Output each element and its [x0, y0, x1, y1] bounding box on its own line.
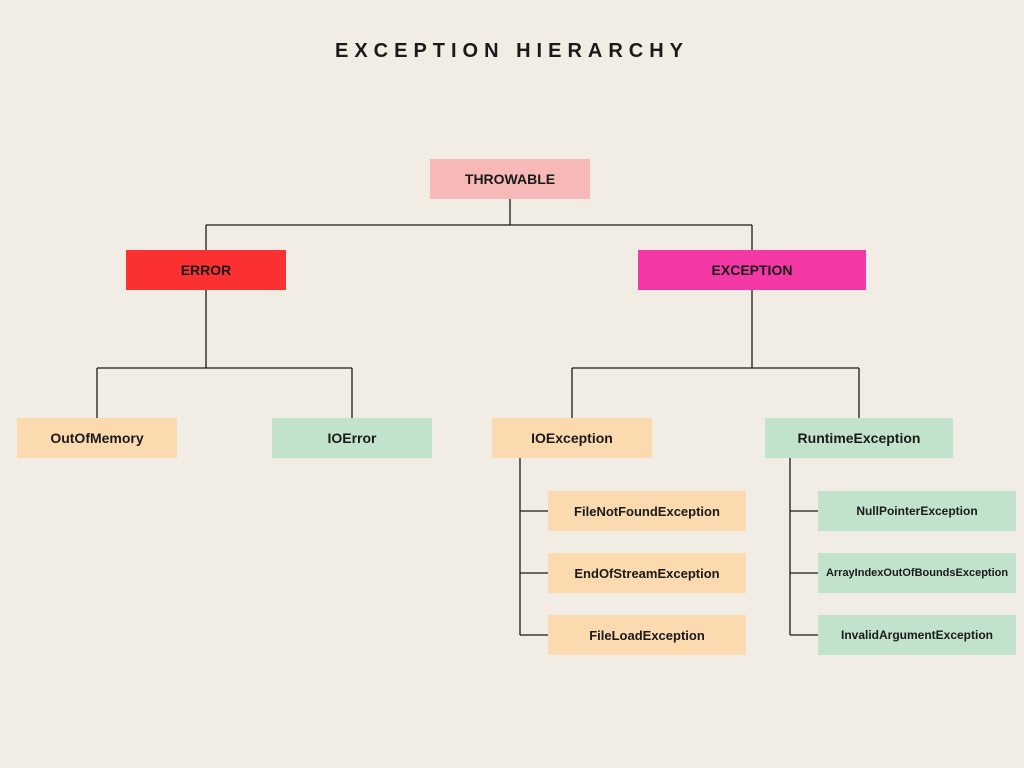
diagram-title: EXCEPTION HIERARCHY: [0, 40, 1024, 63]
node-error: ERROR: [126, 250, 286, 290]
node-filenotfoundexception: FileNotFoundException: [548, 491, 746, 531]
node-arrayindexoutofboundsexception: ArrayIndexOutOfBoundsException: [818, 553, 1016, 593]
node-invalidargumentexception: InvalidArgumentException: [818, 615, 1016, 655]
node-ioerror: IOError: [272, 418, 432, 458]
node-exception: EXCEPTION: [638, 250, 866, 290]
node-throwable: THROWABLE: [430, 159, 590, 199]
node-ioexception: IOException: [492, 418, 652, 458]
node-outofmemory: OutOfMemory: [17, 418, 177, 458]
node-endofstreamexception: EndOfStreamException: [548, 553, 746, 593]
node-fileloadexception: FileLoadException: [548, 615, 746, 655]
node-nullpointerexception: NullPointerException: [818, 491, 1016, 531]
node-runtimeexception: RuntimeException: [765, 418, 953, 458]
